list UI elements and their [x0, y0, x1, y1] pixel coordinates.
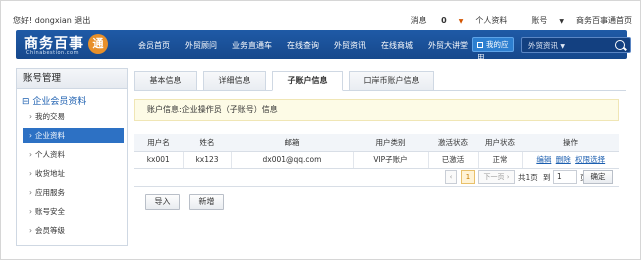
sidebar-item-shipping-address[interactable]: 收货地址	[17, 164, 127, 183]
cell-user-type: VIP子账户	[353, 151, 429, 169]
next-page-label: 下一页	[483, 173, 505, 181]
column-header: 操作	[522, 134, 619, 152]
column-header: 用户名	[134, 134, 183, 152]
delete-link[interactable]: 删除	[556, 155, 571, 164]
current-page[interactable]: 1	[461, 170, 475, 184]
greeting: 您好! dongxian 退出	[13, 15, 90, 26]
sidebar-item-app-services[interactable]: 应用服务	[17, 183, 127, 202]
sidebar-group[interactable]: ⊟ 企业会员资料	[17, 89, 127, 107]
next-page-button[interactable]: 下一页 ›	[478, 170, 515, 184]
greeting-text: 您好! dongxian	[13, 16, 72, 25]
tab-basic-info[interactable]: 基本信息	[134, 71, 197, 91]
top-links: 消息 0 ▼ 个人资料 账号 ▼ 商务百事通首页	[387, 15, 632, 26]
sidebar-title: 账号管理	[17, 69, 127, 89]
page-number-input[interactable]: 1	[553, 170, 577, 184]
chevron-down-icon: ▼	[458, 18, 464, 25]
home-link[interactable]: 商务百事通首页	[576, 15, 632, 26]
nav-item-trade-lecture[interactable]: 外贸大讲堂	[428, 40, 468, 51]
main-nav: 商务百事 通 Chinabestion.com 会员首页 外贸顾问 业务直通车 …	[16, 30, 631, 62]
nav-item-member-home[interactable]: 会员首页	[138, 40, 170, 51]
search-icon[interactable]	[615, 40, 625, 50]
column-header: 用户状态	[478, 134, 522, 152]
logo[interactable]: 商务百事 通 Chinabestion.com	[24, 33, 112, 57]
search-box[interactable]: 外贸资讯 ▼	[521, 37, 631, 53]
sidebar-item-my-trades[interactable]: 我的交易	[17, 107, 127, 126]
column-header: 用户类别	[353, 134, 428, 152]
cell-activation: 已激活	[428, 151, 479, 169]
edit-link[interactable]: 编辑	[536, 155, 551, 164]
goto-label: 到	[543, 173, 551, 182]
nav-item-trade-news[interactable]: 外贸资讯	[334, 40, 366, 51]
message-count: 0	[441, 16, 447, 25]
nav-item-trade-advisor[interactable]: 外贸顾问	[185, 40, 217, 51]
info-notice: 账户信息:企业操作员（子账号）信息	[134, 99, 619, 121]
messages-label: 消息	[410, 16, 427, 25]
pagination: ‹ 1 下一页 › 共1页 到 1 页 确定	[134, 168, 619, 187]
table-row: kx001 kx123 dx001@qq.com VIP子账户 已激活 正常 编…	[134, 151, 619, 169]
logo-domain: Chinabestion.com	[26, 50, 79, 56]
sidebar: 账号管理 ⊟ 企业会员资料 我的交易 企业资料 个人资料 收货地址 应用服务 账…	[16, 68, 128, 246]
page-frame: 您好! dongxian 退出 消息 0 ▼ 个人资料 账号 ▼ 商务百事通首页 商…	[0, 0, 641, 260]
my-apps-button[interactable]: 我的应用	[472, 37, 514, 62]
column-header: 激活状态	[428, 134, 478, 152]
nav-item-online-mall[interactable]: 在线商城	[381, 40, 413, 51]
import-button[interactable]: 导入	[145, 194, 180, 210]
column-header: 邮箱	[231, 134, 353, 152]
sidebar-item-personal-info[interactable]: 个人资料	[17, 145, 127, 164]
sidebar-item-member-level[interactable]: 会员等级	[17, 221, 127, 240]
tab-sub-account-info[interactable]: 子账户信息	[272, 71, 343, 91]
tab-port-currency-account[interactable]: 口岸币账户信息	[349, 71, 434, 91]
add-button[interactable]: 新增	[189, 194, 224, 210]
tab-bar: 基本信息 详细信息 子账户信息 口岸币账户信息	[134, 71, 626, 91]
logout-link[interactable]: 退出	[74, 16, 90, 25]
cell-name: kx123	[183, 151, 232, 169]
search-category[interactable]: 外贸资讯 ▼	[528, 40, 565, 51]
sidebar-group-label: 企业会员资料	[32, 97, 87, 107]
cell-username: kx001	[134, 151, 184, 169]
tab-detail-info[interactable]: 详细信息	[203, 71, 266, 91]
next-page-arrow: ›	[506, 173, 510, 181]
total-pages: 共1页	[518, 173, 538, 182]
go-button[interactable]: 确定	[583, 170, 613, 184]
cell-operations: 编辑 删除 权限选择	[522, 151, 619, 169]
cell-status: 正常	[478, 151, 523, 169]
sub-account-table: 用户名 姓名 邮箱 用户类别 激活状态 用户状态 操作 kx001 kx123 …	[134, 134, 619, 169]
messages-link[interactable]: 消息 0 ▼	[399, 15, 464, 26]
sidebar-item-account-security[interactable]: 账号安全	[17, 202, 127, 221]
top-bar: 您好! dongxian 退出 消息 0 ▼ 个人资料 账号 ▼ 商务百事通首页	[1, 1, 641, 29]
nav-item-online-query[interactable]: 在线查询	[287, 40, 319, 51]
nav-items: 会员首页 外贸顾问 业务直通车 在线查询 外贸资讯 在线商城 外贸大讲堂	[138, 40, 483, 51]
profile-link[interactable]: 个人资料	[475, 15, 507, 26]
sidebar-item-company-info[interactable]: 企业资料	[23, 128, 124, 143]
search-category-label: 外贸资讯	[528, 41, 558, 50]
cell-email: dx001@qq.com	[231, 151, 354, 169]
nav-item-business-express[interactable]: 业务直通车	[232, 40, 272, 51]
permission-select-link[interactable]: 权限选择	[575, 155, 605, 164]
chevron-down-icon: ▼	[559, 18, 564, 25]
apps-grid-icon	[477, 42, 483, 48]
collapse-icon: ⊟	[22, 97, 30, 107]
chevron-down-icon: ▼	[560, 43, 566, 50]
prev-page-button[interactable]: ‹	[445, 170, 457, 184]
account-menu[interactable]: 账号 ▼	[519, 15, 564, 26]
column-header: 姓名	[183, 134, 231, 152]
account-label: 账号	[531, 16, 548, 25]
logo-seal: 通	[88, 34, 108, 54]
table-header-row: 用户名 姓名 邮箱 用户类别 激活状态 用户状态 操作	[134, 134, 619, 152]
